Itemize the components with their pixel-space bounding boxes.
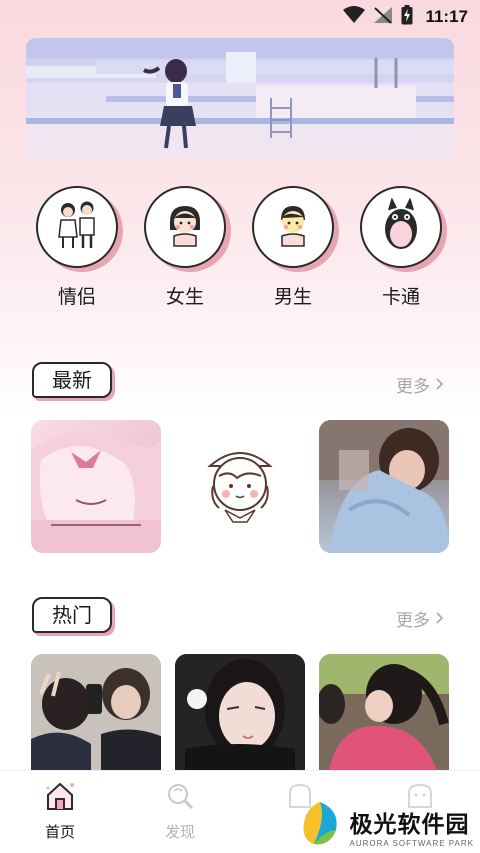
nav-label: 发现 [164, 823, 195, 841]
nav-label: 首页 [44, 823, 75, 841]
category-cartoon[interactable]: 卡通 [356, 186, 446, 309]
status-bar: 11:17 [0, 0, 480, 32]
banner[interactable] [26, 38, 454, 158]
latest-item-3[interactable] [319, 420, 449, 553]
aurora-logo-icon [296, 800, 344, 852]
category-label: 男生 [273, 286, 312, 308]
nav-item-discover[interactable]: 发现 [140, 781, 220, 842]
chevron-right-icon [436, 609, 444, 629]
hot-item-3[interactable] [319, 654, 449, 770]
home-icon [44, 782, 76, 815]
section-title-hot: 热门 [32, 597, 112, 633]
section-title-latest: 最新 [32, 362, 112, 398]
hot-item-2[interactable] [175, 654, 305, 770]
watermark-subtitle: AURORA SOFTWARE PARK [349, 838, 474, 848]
category-boy[interactable]: 男生 [248, 186, 338, 309]
latest-item-2[interactable] [175, 420, 305, 553]
category-girl[interactable]: 女生 [140, 186, 230, 309]
category-label: 卡通 [381, 286, 420, 308]
more-link-hot[interactable]: 更多 [396, 606, 444, 631]
nav-item-home[interactable]: 首页 [20, 781, 100, 842]
girl-icon [160, 200, 210, 254]
watermark-title: 极光软件园 [349, 811, 470, 838]
couple-icon [49, 197, 105, 257]
magnifier-icon [164, 784, 196, 815]
wifi-icon [343, 6, 366, 28]
category-label: 情侣 [57, 286, 96, 308]
latest-item-1[interactable] [31, 420, 161, 553]
no-signal-icon [373, 6, 393, 28]
more-label: 更多 [396, 377, 430, 397]
hot-item-1[interactable] [31, 654, 161, 770]
boy-icon [268, 200, 318, 254]
battery-charging-icon [401, 5, 413, 29]
chevron-right-icon [436, 375, 444, 395]
category-couple[interactable]: 情侣 [32, 186, 122, 309]
category-label: 女生 [165, 286, 204, 308]
more-link-latest[interactable]: 更多 [396, 372, 444, 397]
watermark: 极光软件园 AURORA SOFTWARE PARK [296, 800, 474, 852]
more-label: 更多 [396, 611, 430, 631]
status-time: 11:17 [425, 7, 468, 26]
totoro-icon [376, 197, 426, 256]
